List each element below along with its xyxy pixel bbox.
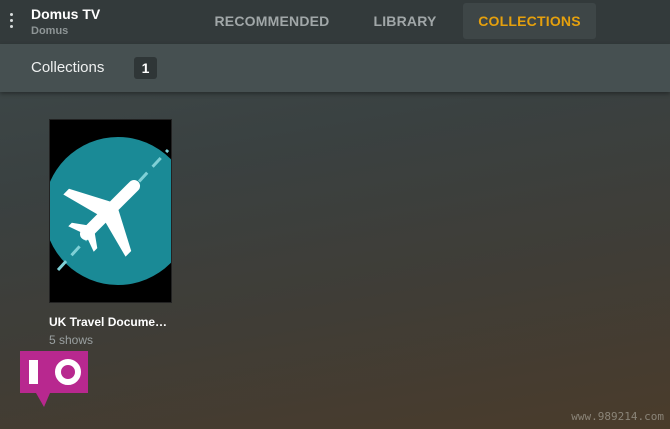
tab-recommended[interactable]: RECOMMENDED — [206, 3, 338, 39]
collection-subtitle: 5 shows — [49, 333, 94, 347]
collection-card[interactable]: UK Travel Docume… 5 shows — [49, 119, 172, 347]
more-options-icon[interactable] — [7, 10, 15, 32]
section-title: Collections — [31, 59, 105, 76]
airplane-icon — [50, 137, 171, 285]
server-subtitle: Domus — [31, 25, 69, 37]
tab-library[interactable]: LIBRARY — [364, 3, 446, 39]
site-logo — [20, 351, 88, 409]
section-header: Collections 1 — [0, 44, 670, 92]
collection-count-badge: 1 — [134, 57, 157, 79]
collection-title[interactable]: UK Travel Docume… — [49, 315, 172, 329]
server-name[interactable]: Domus TV — [31, 6, 100, 22]
top-bar: Domus TV Domus RECOMMENDED LIBRARY COLLE… — [0, 0, 670, 44]
watermark: www.989214.com — [571, 410, 664, 423]
collection-poster[interactable] — [49, 119, 172, 303]
tab-collections[interactable]: COLLECTIONS — [463, 3, 596, 39]
